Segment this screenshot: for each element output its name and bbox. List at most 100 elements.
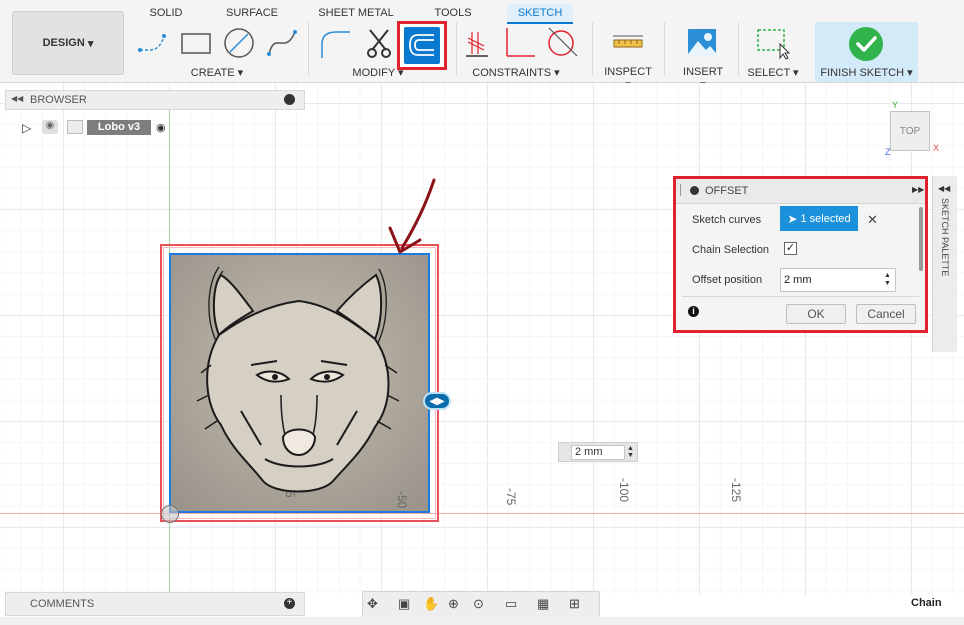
offset-dialog-title: OFFSET [705, 185, 749, 197]
minimize-circle-icon[interactable] [284, 94, 295, 105]
chain-selection-label: Chain Selection [692, 244, 770, 256]
divider [308, 22, 309, 76]
offset-dialog: OFFSET ▶▶ Sketch curves ➤ 1 selected ✕ C… [673, 176, 928, 333]
wolf-head-sketch-image [171, 255, 428, 511]
select-menu[interactable]: SELECT ▾ [746, 66, 800, 79]
circle-tool-icon[interactable] [222, 26, 256, 60]
sketch-canvas[interactable] [0, 83, 964, 595]
ok-button[interactable]: OK [786, 304, 846, 324]
offset-position-input[interactable]: 2 mm [784, 274, 812, 286]
browser-panel-header[interactable]: ◀◀ BROWSER [5, 90, 305, 110]
navigation-bar: ✥ ▣ ✋ ⊕ ⊙ ▭ ▦ ⊞ [362, 591, 600, 619]
finish-sketch-button[interactable]: FINISH SKETCH ▾ [815, 22, 918, 82]
dimension-input-box: 2 mm ▲ ▼ [558, 442, 638, 462]
perpendicular-constraint-icon[interactable] [503, 26, 537, 60]
sketch-palette-collapsed[interactable]: ◀◀ SKETCH PALETTE [932, 176, 957, 352]
axis-tick-label: -75 [504, 488, 518, 506]
divider [738, 22, 739, 76]
active-radio-icon[interactable]: ◉ [156, 121, 166, 134]
look-at-icon[interactable]: ▣ [398, 596, 410, 612]
sketch-palette-label: SKETCH PALETTE [940, 198, 950, 277]
display-settings-icon[interactable]: ▭ [505, 596, 517, 612]
ribbon-toolbar: DESIGN ▾ SOLID SURFACE SHEET METAL TOOLS… [0, 0, 964, 91]
grid-settings-icon[interactable]: ▦ [537, 596, 549, 612]
viewports-icon[interactable]: ⊞ [569, 596, 580, 612]
trim-scissors-icon[interactable] [362, 26, 396, 60]
divider [592, 22, 593, 76]
finish-sketch-label: FINISH SKETCH ▾ [820, 67, 913, 79]
drag-handle-icon[interactable] [680, 184, 681, 196]
check-icon [849, 27, 883, 61]
tab-solid[interactable]: SOLID [146, 4, 186, 22]
tab-tools[interactable]: TOOLS [430, 4, 476, 22]
create-menu[interactable]: CREATE ▾ [186, 66, 248, 79]
modify-menu[interactable]: MODIFY ▾ [350, 66, 406, 79]
annotation-arrow [388, 178, 436, 254]
pan-hand-icon[interactable]: ✋ [423, 596, 439, 612]
coincident-constraint-icon[interactable] [460, 26, 494, 60]
spinner-icon[interactable]: ▲ ▼ [627, 445, 634, 459]
browser-root-item[interactable]: ▷ ◉ Lobo v3 ◉ [22, 120, 174, 135]
spinner-icon[interactable]: ▲ ▼ [884, 272, 891, 288]
collapse-double-arrow-icon[interactable]: ◀◀ [11, 94, 23, 103]
z-axis-label: Z [885, 147, 891, 157]
tab-sketch[interactable]: SKETCH [507, 4, 573, 24]
offset-tool-button[interactable] [397, 21, 447, 70]
expand-double-arrow-icon[interactable]: ◀◀ [938, 184, 950, 193]
tab-surface[interactable]: SURFACE [224, 4, 280, 22]
expand-triangle-icon[interactable]: ▷ [22, 121, 31, 135]
viewcube[interactable]: TOP Y X Z [880, 100, 944, 160]
insert-image-icon[interactable] [685, 26, 719, 60]
cancel-button[interactable]: Cancel [856, 304, 916, 324]
expand-double-arrow-icon[interactable]: ▶▶ [912, 185, 924, 194]
minimize-circle-icon[interactable] [690, 186, 699, 195]
zoom-icon[interactable]: ⊕ [448, 596, 459, 612]
divider [456, 22, 457, 76]
viewcube-top-face[interactable]: TOP [890, 111, 930, 151]
offset-position-input-box[interactable]: 2 mm ▲ ▼ [780, 268, 896, 292]
selected-sketch-profile[interactable]: 5 -50 [169, 253, 430, 513]
sketch-curves-label: Sketch curves [692, 214, 762, 226]
selection-mode-label: Chain [911, 597, 942, 609]
constraints-menu[interactable]: CONSTRAINTS ▾ [470, 66, 562, 79]
document-icon [67, 120, 83, 134]
design-label: DESIGN [42, 37, 85, 49]
x-axis-label: X [933, 143, 940, 153]
chain-selection-checkbox[interactable]: ✓ [784, 242, 797, 255]
selection-button[interactable]: ➤ 1 selected [780, 206, 858, 231]
dimension-input[interactable]: 2 mm [571, 445, 625, 460]
comments-title: COMMENTS [30, 598, 95, 610]
fillet-tool-icon[interactable] [318, 26, 352, 60]
axis-tick-label: -125 [729, 478, 743, 503]
spline-tool-icon[interactable] [265, 26, 299, 60]
design-workspace-button[interactable]: DESIGN ▾ [12, 11, 124, 75]
offset-tool-icon [404, 27, 440, 64]
rectangle-tool-icon[interactable] [179, 26, 213, 60]
divider [682, 296, 919, 297]
y-axis-label: Y [892, 100, 899, 110]
status-bar [0, 617, 964, 625]
comments-panel-header[interactable]: COMMENTS + [5, 592, 305, 616]
x-axis-line [0, 513, 964, 514]
offset-dialog-header[interactable]: OFFSET ▶▶ [676, 179, 925, 204]
origin-marker [161, 505, 179, 523]
clear-selection-x-icon[interactable]: ✕ [867, 212, 878, 228]
tab-sheet-metal[interactable]: SHEET METAL [316, 4, 396, 22]
divider [664, 22, 665, 76]
offset-position-label: Offset position [692, 274, 763, 286]
tangent-constraint-icon[interactable] [545, 26, 579, 60]
browser-item-label[interactable]: Lobo v3 [87, 120, 151, 135]
orbit-move-icon[interactable]: ✥ [367, 596, 378, 612]
cursor-arrow-icon: ➤ [787, 211, 798, 226]
axis-tick-label: -100 [617, 478, 631, 503]
add-comment-icon[interactable]: + [284, 598, 295, 609]
axis-tick-label: -50 [395, 491, 409, 509]
dialog-scrollbar[interactable] [919, 207, 923, 271]
zoom-window-icon[interactable]: ⊙ [473, 596, 484, 612]
line-tool-icon[interactable] [136, 26, 170, 60]
offset-flip-arrows-icon[interactable]: ◀▶ [423, 392, 451, 410]
info-icon[interactable]: i [688, 306, 699, 317]
measure-ruler-icon[interactable] [611, 26, 645, 60]
window-select-icon[interactable] [756, 26, 790, 60]
visibility-eye-icon[interactable]: ◉ [42, 120, 58, 134]
